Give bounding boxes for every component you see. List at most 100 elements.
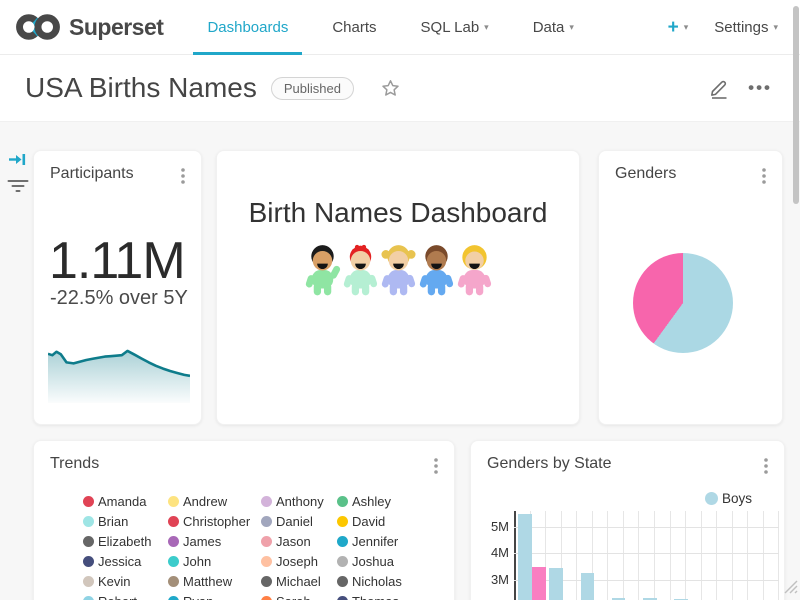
legend-item-jason[interactable]: Jason [261, 531, 337, 551]
chevron-down-icon: ▾ [569, 22, 574, 33]
legend-item-joseph[interactable]: Joseph [261, 551, 337, 571]
legend-label: David [352, 514, 385, 529]
settings-menu[interactable]: Settings ▾ [714, 19, 778, 36]
chevron-down-icon: ▾ [684, 22, 689, 33]
gridline [701, 511, 702, 600]
pencil-icon [708, 77, 730, 100]
legend-item-brian[interactable]: Brian [83, 511, 168, 531]
chevron-down-icon: ▾ [484, 22, 489, 33]
legend-item-daniel[interactable]: Daniel [261, 511, 337, 531]
nav-item-sql-lab[interactable]: SQL Lab ▾ [399, 0, 511, 55]
legend-dot-icon [168, 536, 179, 547]
legend-dot-icon [337, 576, 348, 587]
legend-item-andrew[interactable]: Andrew [168, 491, 261, 511]
legend-dot-icon [83, 536, 94, 547]
y-axis-tick-label: 3M [471, 572, 509, 587]
bar-boys[interactable] [549, 568, 563, 600]
brand-name: Superset [69, 14, 163, 41]
legend-label: Thomas [352, 594, 399, 600]
genders-card: Genders [598, 150, 783, 425]
genders-pie-chart[interactable] [633, 253, 733, 353]
legend-item-john[interactable]: John [168, 551, 261, 571]
legend-item-joshua[interactable]: Joshua [337, 551, 417, 571]
bar-girls[interactable] [532, 567, 546, 600]
legend-label: Joshua [352, 554, 394, 569]
gridline [607, 511, 608, 600]
nav-item-dashboards[interactable]: Dashboards [185, 0, 310, 55]
legend-label: Jason [276, 534, 311, 549]
kid-emoji-row [217, 243, 579, 297]
legend-item-james[interactable]: James [168, 531, 261, 551]
dashboard-grid: Participants 1.11M -22.5% over 5Y Birth … [0, 122, 800, 600]
chart-title: Trends [50, 455, 99, 473]
legend-item-jennifer[interactable]: Jennifer [337, 531, 417, 551]
dashboard-title: USA Births Names [25, 72, 257, 104]
legend-dot-icon [337, 556, 348, 567]
favorite-star-icon[interactable] [380, 78, 401, 99]
legend-label: Michael [276, 574, 321, 589]
new-item-button[interactable]: + ▾ [668, 18, 689, 37]
gridline [747, 511, 748, 600]
vertical-scrollbar-thumb[interactable] [793, 6, 799, 204]
main-nav-links: Dashboards Charts SQL Lab ▾ Data ▾ [185, 0, 595, 55]
card-resize-handle-icon[interactable] [782, 578, 798, 599]
chart-title: Participants [50, 165, 134, 183]
expand-filter-bar-icon[interactable] [8, 152, 26, 172]
legend-label: Daniel [276, 514, 313, 529]
big-number-subheader: -22.5% over 5Y [50, 287, 188, 310]
genders-by-state-plot: 5M4M3M [471, 441, 785, 600]
chevron-down-icon: ▾ [773, 22, 778, 33]
gridline [623, 511, 624, 600]
legend-item-jessica[interactable]: Jessica [83, 551, 168, 571]
kebab-menu-icon[interactable] [179, 166, 187, 191]
filter-list-icon[interactable] [6, 178, 30, 200]
kebab-menu-icon[interactable] [760, 166, 768, 191]
legend-dot-icon [337, 536, 348, 547]
markdown-title: Birth Names Dashboard [217, 197, 579, 229]
published-badge[interactable]: Published [271, 77, 354, 100]
legend-item-michael[interactable]: Michael [261, 571, 337, 591]
legend-item-christopher[interactable]: Christopher [168, 511, 261, 531]
legend-label: Joseph [276, 554, 318, 569]
superset-logo[interactable]: Superset [14, 11, 163, 43]
edit-dashboard-button[interactable] [708, 77, 730, 100]
legend-item-nicholas[interactable]: Nicholas [337, 571, 417, 591]
legend-item-ashley[interactable]: Ashley [337, 491, 417, 511]
nav-charts-label: Charts [332, 19, 376, 36]
legend-label: John [183, 554, 211, 569]
gridline [638, 511, 639, 600]
gridline [732, 511, 733, 600]
genders-by-state-card: Genders by State Boys 5M4M3M [470, 440, 785, 600]
legend-item-kevin[interactable]: Kevin [83, 571, 168, 591]
legend-label: Christopher [183, 514, 250, 529]
bar-boys[interactable] [581, 573, 595, 600]
nav-item-charts[interactable]: Charts [310, 0, 398, 55]
kid-emoji [304, 243, 341, 297]
legend-item-ryan[interactable]: Ryan [168, 591, 261, 600]
kebab-menu-icon[interactable] [432, 456, 440, 481]
kid-emoji [342, 243, 379, 297]
legend-dot-icon [168, 596, 179, 600]
legend-item-elizabeth[interactable]: Elizabeth [83, 531, 168, 551]
legend-item-sarah[interactable]: Sarah [261, 591, 337, 600]
legend-item-anthony[interactable]: Anthony [261, 491, 337, 511]
superset-infinity-icon [14, 11, 62, 43]
legend-label: Brian [98, 514, 128, 529]
legend-item-robert[interactable]: Robert [83, 591, 168, 600]
legend-dot-icon [168, 496, 179, 507]
legend-label: Nicholas [352, 574, 402, 589]
legend-item-amanda[interactable]: Amanda [83, 491, 168, 511]
legend-label: Kevin [98, 574, 131, 589]
legend-dot-icon [261, 576, 272, 587]
bar-boys[interactable] [518, 514, 532, 600]
legend-item-david[interactable]: David [337, 511, 417, 531]
legend-item-matthew[interactable]: Matthew [168, 571, 261, 591]
more-options-button[interactable]: ••• [748, 85, 772, 92]
gridline [763, 511, 764, 600]
header-actions: ••• [708, 77, 772, 100]
legend-item-thomas[interactable]: Thomas [337, 591, 417, 600]
legend-dot-icon [337, 596, 348, 600]
legend-label: Robert [98, 594, 137, 600]
participants-sparkline-chart[interactable] [48, 345, 190, 403]
nav-item-data[interactable]: Data ▾ [511, 0, 596, 55]
